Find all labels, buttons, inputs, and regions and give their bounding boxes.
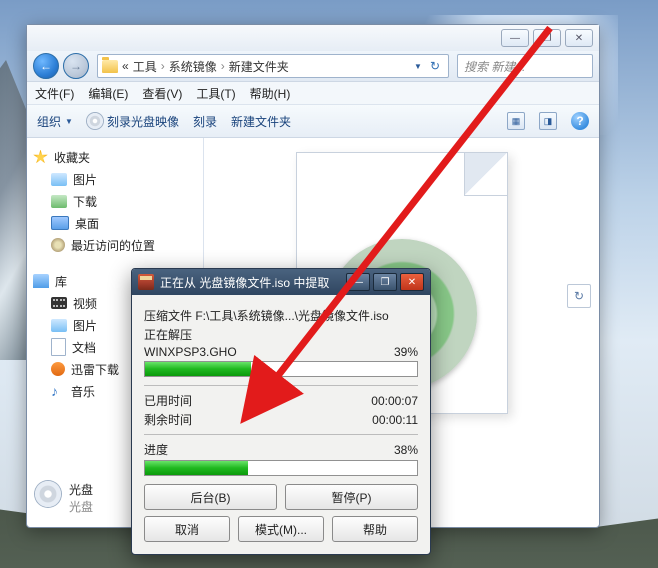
documents-icon: [51, 338, 66, 356]
pictures-icon: [51, 173, 67, 186]
forward-button[interactable]: →: [63, 53, 89, 79]
extracting-label: 正在解压: [144, 326, 418, 343]
dialog-titlebar[interactable]: 正在从 光盘镜像文件.iso 中提取 — ❐ ✕: [132, 269, 430, 295]
elapsed-value: 00:00:07: [371, 394, 418, 408]
file-percent: 39%: [394, 345, 418, 359]
path-prefix: «: [122, 59, 129, 73]
mode-button[interactable]: 模式(M)...: [238, 516, 324, 542]
path-seg1[interactable]: 工具: [133, 58, 157, 75]
tree-favorites[interactable]: 收藏夹: [33, 146, 197, 168]
preview-pane-icon[interactable]: ◨: [539, 112, 557, 130]
downloads-icon: [51, 195, 67, 208]
cancel-button[interactable]: 取消: [144, 516, 230, 542]
dialog-close-button[interactable]: ✕: [400, 273, 424, 291]
progress-percent: 38%: [394, 443, 418, 457]
recent-icon: [51, 238, 65, 252]
star-icon: [33, 150, 48, 165]
minimize-button[interactable]: —: [501, 29, 529, 47]
file-progress-fill: [145, 362, 251, 376]
path-dropdown-icon[interactable]: ▼: [414, 62, 422, 71]
disc-icon: [35, 481, 61, 507]
dialog-title: 正在从 光盘镜像文件.iso 中提取: [160, 274, 340, 291]
total-progress-fill: [145, 461, 248, 475]
window-titlebar[interactable]: — ❐ ✕: [27, 25, 599, 51]
help-icon[interactable]: ?: [571, 112, 589, 130]
file-progress-bar: [144, 361, 418, 377]
desktop-icon: [51, 216, 69, 230]
path-box[interactable]: « 工具 › 系统镜像 › 新建文件夹 ▼ ↻: [97, 54, 449, 78]
path-sep: ›: [161, 59, 165, 73]
divider: [144, 434, 418, 435]
elapsed-label: 已用时间: [144, 392, 192, 409]
tree-downloads[interactable]: 下载: [33, 190, 197, 212]
menu-file[interactable]: 文件(F): [35, 85, 74, 102]
background-button[interactable]: 后台(B): [144, 484, 277, 510]
remaining-label: 剩余时间: [144, 411, 192, 428]
current-file: WINXPSP3.GHO: [144, 345, 237, 359]
remaining-value: 00:00:11: [372, 413, 418, 427]
tree-recent[interactable]: 最近访问的位置: [33, 234, 197, 256]
menu-bar: 文件(F) 编辑(E) 查看(V) 工具(T) 帮助(H): [27, 82, 599, 105]
search-placeholder: 搜索 新建...: [464, 58, 525, 75]
burn-image-button[interactable]: 刻录光盘映像: [87, 113, 179, 130]
menu-help[interactable]: 帮助(H): [250, 85, 291, 102]
folder-icon: [102, 60, 118, 73]
selected-item-info: 光盘 光盘: [35, 481, 93, 515]
path-seg3[interactable]: 新建文件夹: [229, 58, 289, 75]
divider: [144, 385, 418, 386]
video-icon: [51, 297, 67, 309]
pause-button[interactable]: 暂停(P): [285, 484, 418, 510]
search-input[interactable]: 搜索 新建...: [457, 54, 593, 78]
thunder-icon: [51, 362, 65, 376]
progress-label: 进度: [144, 441, 168, 458]
close-button[interactable]: ✕: [565, 29, 593, 47]
path-sep: ›: [221, 59, 225, 73]
item-name: 光盘: [69, 481, 93, 498]
total-progress-bar: [144, 460, 418, 476]
refresh-thumbnails-icon[interactable]: ↻: [567, 284, 591, 308]
path-seg2[interactable]: 系统镜像: [169, 58, 217, 75]
libraries-icon: [33, 274, 49, 288]
toolbar: 组织 ▼ 刻录光盘映像 刻录 新建文件夹 ▦ ◨ ?: [27, 105, 599, 138]
pictures-icon: [51, 319, 67, 332]
organize-button[interactable]: 组织 ▼: [37, 113, 73, 130]
address-bar: ← → « 工具 › 系统镜像 › 新建文件夹 ▼ ↻ 搜索 新建...: [27, 51, 599, 82]
item-subtitle: 光盘: [69, 498, 93, 515]
menu-view[interactable]: 查看(V): [142, 85, 182, 102]
view-options-icon[interactable]: ▦: [507, 112, 525, 130]
archive-path: 压缩文件 F:\工具\系统镜像...\光盘镜像文件.iso: [144, 307, 418, 324]
winrar-icon: [138, 274, 154, 290]
dialog-maximize-button[interactable]: ❐: [373, 273, 397, 291]
music-icon: ♪: [51, 384, 65, 398]
tree-desktop[interactable]: 桌面: [33, 212, 197, 234]
refresh-icon[interactable]: ↻: [430, 59, 440, 73]
maximize-button[interactable]: ❐: [533, 29, 561, 47]
help-button[interactable]: 帮助: [332, 516, 418, 542]
burn-button[interactable]: 刻录: [193, 113, 217, 130]
menu-edit[interactable]: 编辑(E): [88, 85, 128, 102]
back-button[interactable]: ←: [33, 53, 59, 79]
new-folder-button[interactable]: 新建文件夹: [231, 113, 291, 130]
disc-icon: [87, 113, 103, 129]
menu-tools[interactable]: 工具(T): [196, 85, 235, 102]
dialog-minimize-button[interactable]: —: [346, 273, 370, 291]
winrar-extract-dialog: 正在从 光盘镜像文件.iso 中提取 — ❐ ✕ 压缩文件 F:\工具\系统镜像…: [131, 268, 431, 555]
tree-pictures[interactable]: 图片: [33, 168, 197, 190]
